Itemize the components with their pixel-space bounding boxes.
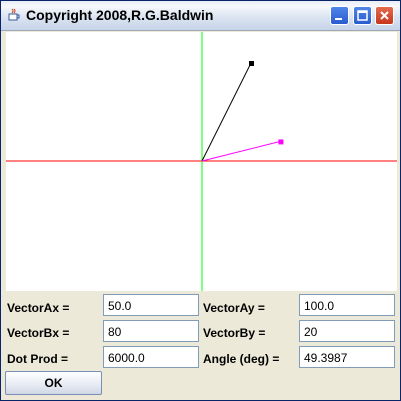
vector-ax-label: VectorAx = [7,301,70,315]
vector-ay-label: VectorAy = [203,301,265,315]
vector-by-label: VectorBy = [203,326,266,340]
input-panel: VectorAx = 50.0 VectorAy = 100.0 VectorB… [1,291,400,400]
maximize-icon [357,10,368,21]
ok-button[interactable]: OK [5,371,102,395]
minimize-icon [335,18,342,20]
dot-prod-label: Dot Prod = [7,352,69,366]
vector-ax-field[interactable]: 50.0 [103,294,199,316]
minimize-button[interactable] [330,6,349,25]
title-bar[interactable]: Copyright 2008,R.G.Baldwin [1,1,400,31]
vector-plot [6,32,397,291]
vector-plot-canvas [6,32,397,291]
vector-b-line [201,140,281,162]
app-window: Copyright 2008,R.G.Baldwin VectorAx = 50… [0,0,401,401]
vector-bx-label: VectorBx = [7,326,70,340]
window-title: Copyright 2008,R.G.Baldwin [26,7,214,23]
vector-by-field[interactable]: 20 [299,320,395,342]
angle-field[interactable]: 49.3987 [299,346,395,368]
dot-prod-field[interactable]: 6000.0 [103,346,199,368]
java-cup-icon [8,8,20,21]
vector-b-head [278,139,284,145]
vector-a-head [249,61,254,66]
maximize-button[interactable] [353,6,372,25]
close-icon [380,11,389,20]
vector-ay-field[interactable]: 100.0 [299,294,395,316]
angle-label: Angle (deg) = [203,352,280,366]
close-button[interactable] [375,6,394,25]
vector-a-line [201,62,252,162]
vector-bx-field[interactable]: 80 [103,320,199,342]
